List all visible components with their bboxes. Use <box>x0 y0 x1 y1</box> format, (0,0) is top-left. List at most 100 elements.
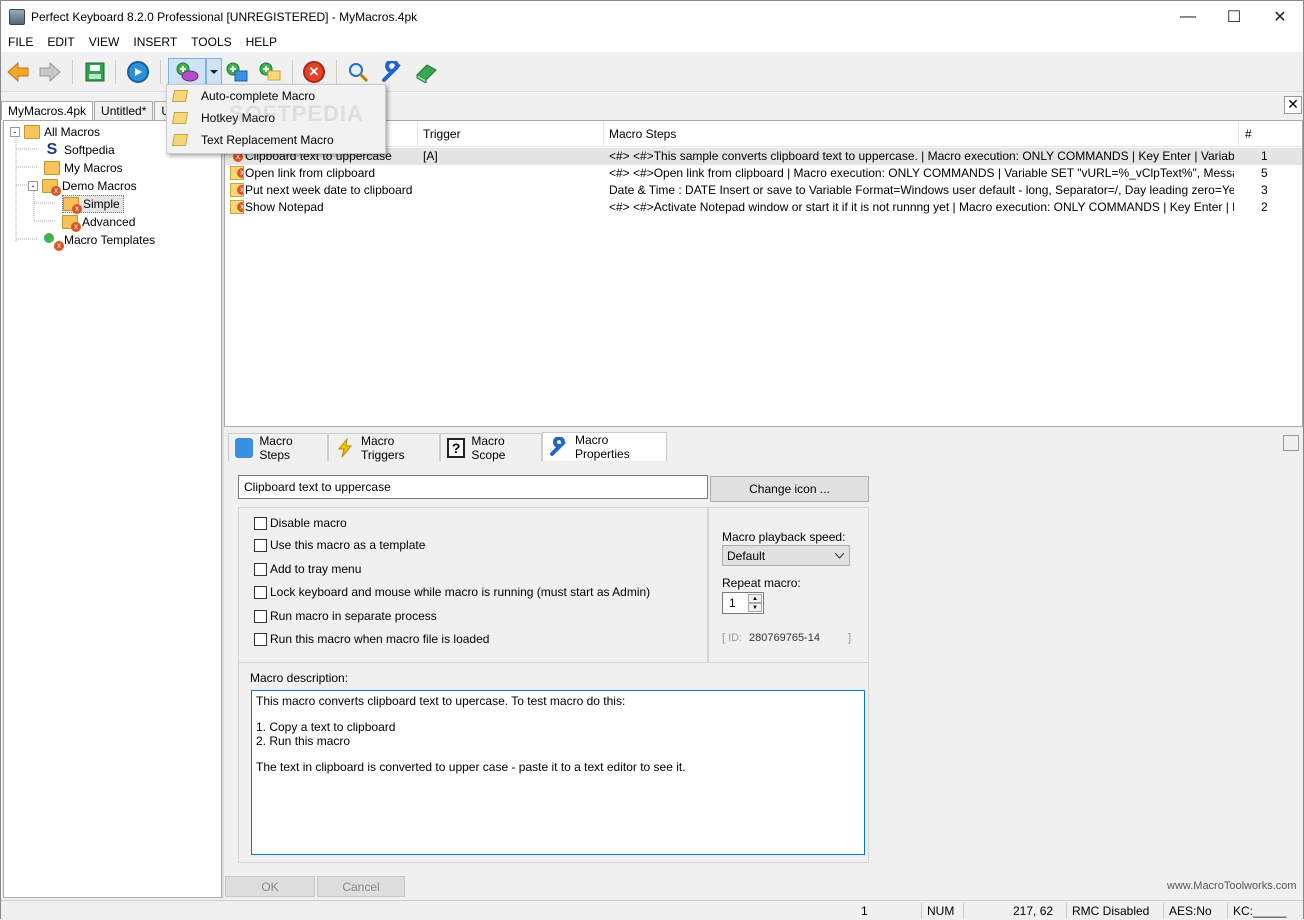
watermark: SOFTPEDIA <box>229 101 364 126</box>
window-title: Perfect Keyboard 8.2.0 Professional [UNR… <box>31 9 418 24</box>
list-header: Trigger Macro Steps # <box>225 121 1302 147</box>
tab-macro-triggers[interactable]: Macro Triggers <box>328 433 440 462</box>
table-row[interactable]: x Clipboard text to uppercase [A] <#> <#… <box>225 148 1302 165</box>
softpedia-s-icon: S <box>46 141 58 158</box>
play-icon[interactable] <box>124 58 152 86</box>
menu-bar: FILE EDIT VIEW INSERT TOOLS HELP <box>1 32 1303 52</box>
description-textarea[interactable]: This macro converts clipboard text to up… <box>251 690 865 855</box>
close-tab-icon[interactable]: ✕ <box>1284 96 1302 114</box>
tree-item-macro-templates[interactable]: x Macro Templates <box>44 231 155 251</box>
macro-icon <box>171 90 189 102</box>
chevron-down-icon[interactable] <box>206 58 222 86</box>
question-icon: ? <box>447 437 466 458</box>
wrench-icon <box>549 436 569 457</box>
tab-macro-properties[interactable]: Macro Properties <box>542 432 667 461</box>
lightning-icon <box>335 436 355 458</box>
add-macro-dropdown: Auto-complete Macro Hotkey Macro Text Re… <box>166 84 386 154</box>
title-bar: Perfect Keyboard 8.2.0 Professional [UNR… <box>1 1 1303 32</box>
ok-button[interactable]: OK <box>225 876 315 897</box>
keyboard-app-icon <box>9 8 25 25</box>
macro-icon <box>171 134 189 146</box>
app-window: Perfect Keyboard 8.2.0 Professional [UNR… <box>0 0 1304 920</box>
menu-tools[interactable]: TOOLS <box>184 35 238 49</box>
tree-item-my-macros[interactable]: My Macros <box>44 159 123 177</box>
templates-icon: x <box>44 233 64 251</box>
collapse-icon[interactable]: - <box>28 181 38 191</box>
folder-icon <box>44 161 60 175</box>
minimize-button[interactable]: — <box>1165 1 1211 32</box>
macro-name-input[interactable]: Clipboard text to uppercase <box>238 475 708 499</box>
id-prefix: [ ID: <box>722 632 743 644</box>
macro-disabled-icon: x <box>230 166 244 180</box>
delete-icon[interactable]: ✕ <box>300 58 328 86</box>
chevron-down-icon <box>835 553 844 559</box>
repeat-spinner[interactable]: 1 ▲ ▼ <box>722 592 764 614</box>
table-row[interactable]: x Show Notepad <#> <#>Activate Notepad w… <box>225 199 1302 216</box>
disable-macro-checkbox[interactable]: Disable macro <box>254 515 347 531</box>
table-row[interactable]: x Put next week date to clipboard Date &… <box>225 182 1302 199</box>
document-tabs: MyMacros.4pk Untitled* U <box>1 101 178 120</box>
use-as-template-checkbox[interactable]: Use this macro as a template <box>254 537 425 553</box>
status-coords: 217, 62 <box>1013 904 1054 918</box>
macro-disabled-icon: x <box>230 200 244 214</box>
tree-item-advanced[interactable]: x Advanced <box>62 213 135 232</box>
search-icon[interactable] <box>344 58 372 86</box>
options-group: Disable macro Use this macro as a templa… <box>238 507 708 663</box>
add-folder-icon[interactable] <box>223 58 251 86</box>
playback-group: Macro playback speed: Default Repeat mac… <box>708 507 869 663</box>
restore-panel-icon[interactable] <box>1283 435 1299 451</box>
lock-keyboard-checkbox[interactable]: Lock keyboard and mouse while macro is r… <box>254 584 650 600</box>
menu-edit[interactable]: EDIT <box>40 35 81 49</box>
back-arrow-icon[interactable] <box>4 58 32 86</box>
speed-label: Macro playback speed: <box>722 530 846 544</box>
menu-file[interactable]: FILE <box>1 35 40 49</box>
help-book-icon[interactable] <box>412 58 440 86</box>
menu-item-text-replacement-macro[interactable]: Text Replacement Macro <box>167 129 385 151</box>
menu-help[interactable]: HELP <box>239 35 284 49</box>
tree-item-simple[interactable]: x Simple <box>62 195 124 214</box>
macro-steps-icon <box>235 437 254 458</box>
status-rmc: RMC Disabled <box>1072 904 1150 918</box>
tree-item-all-macros[interactable]: - All Macros <box>10 123 100 141</box>
maximize-button[interactable]: ☐ <box>1211 1 1257 32</box>
separate-process-checkbox[interactable]: Run macro in separate process <box>254 608 437 624</box>
speed-select[interactable]: Default <box>722 545 850 566</box>
tree-item-demo-macros[interactable]: - x Demo Macros <box>28 177 137 196</box>
folder-open-icon <box>24 125 40 139</box>
table-row[interactable]: x Open link from clipboard <#> <#>Open l… <box>225 165 1302 182</box>
spin-up-icon[interactable]: ▲ <box>748 594 762 603</box>
folder-disabled-icon: x <box>63 197 82 214</box>
website-link[interactable]: www.MacroToolworks.com <box>1167 880 1297 892</box>
macro-disabled-icon: x <box>230 183 244 197</box>
properties-panel: Macro Steps Macro Triggers ? Macro Scope … <box>224 432 1303 898</box>
cancel-button[interactable]: Cancel <box>317 876 405 897</box>
tab-macro-scope[interactable]: ? Macro Scope <box>440 433 542 462</box>
folder-disabled-icon: x <box>62 215 81 232</box>
spin-down-icon[interactable]: ▼ <box>748 603 762 612</box>
repeat-label: Repeat macro: <box>722 576 801 590</box>
description-label: Macro description: <box>250 671 349 685</box>
forward-arrow-icon[interactable] <box>36 58 64 86</box>
collapse-icon[interactable]: - <box>10 127 20 137</box>
add-to-tray-checkbox[interactable]: Add to tray menu <box>254 561 361 577</box>
menu-insert[interactable]: INSERT <box>126 35 184 49</box>
tab-macro-steps[interactable]: Macro Steps <box>228 433 328 462</box>
add-template-icon[interactable] <box>256 58 284 86</box>
save-icon[interactable] <box>81 58 109 86</box>
macro-tree: - All Macros S Softpedia My Macros - x D… <box>3 120 222 898</box>
menu-view[interactable]: VIEW <box>82 35 127 49</box>
doc-tab-mymacros[interactable]: MyMacros.4pk <box>1 101 94 120</box>
add-macro-button[interactable] <box>168 58 206 86</box>
column-macro-steps[interactable]: Macro Steps <box>609 127 676 141</box>
doc-tab-untitled[interactable]: Untitled* <box>94 101 154 120</box>
column-trigger[interactable]: Trigger <box>423 127 461 141</box>
macro-icon <box>171 112 189 124</box>
macro-list: Trigger Macro Steps # x Clipboard text t… <box>224 120 1303 427</box>
run-on-load-checkbox[interactable]: Run this macro when macro file is loaded <box>254 631 489 647</box>
wrench-icon[interactable] <box>378 58 406 86</box>
tree-item-softpedia[interactable]: S Softpedia <box>44 141 115 159</box>
status-kc: KC:_____ <box>1233 904 1287 918</box>
change-icon-button[interactable]: Change icon ... <box>710 476 869 502</box>
close-window-button[interactable]: ✕ <box>1257 1 1303 32</box>
column-count[interactable]: # <box>1245 127 1252 141</box>
